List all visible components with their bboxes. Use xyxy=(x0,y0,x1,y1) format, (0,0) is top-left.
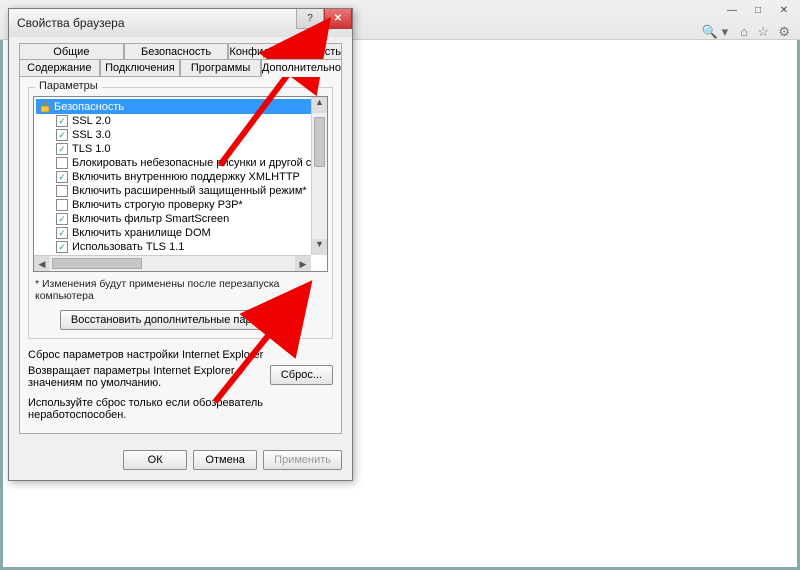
option-label: Блокировать небезопасные рисунки и друго… xyxy=(72,156,311,170)
settings-legend: Параметры xyxy=(35,80,102,92)
option-row[interactable]: Включить фильтр SmartScreen xyxy=(36,212,311,226)
tabs: Общие Безопасность Конфиденциальность Со… xyxy=(19,43,342,77)
reset-section: Сброс параметров настройки Internet Expl… xyxy=(28,349,333,421)
dialog-titlebar[interactable]: Свойства браузера ? ✕ xyxy=(9,9,352,37)
checkbox[interactable] xyxy=(56,129,68,141)
tab-content[interactable]: Содержание xyxy=(19,59,100,77)
scroll-right-icon[interactable]: ▶ xyxy=(295,256,311,271)
horizontal-scrollbar[interactable]: ◀ ▶ xyxy=(34,255,311,271)
option-row[interactable]: Включить расширенный защищенный режим* xyxy=(36,184,311,198)
help-button[interactable]: ? xyxy=(296,9,324,29)
checkbox[interactable] xyxy=(56,115,68,127)
dialog-buttons: ОК Отмена Применить xyxy=(9,442,352,480)
option-label: Использовать TLS 1.1 xyxy=(72,240,184,254)
option-label: Включить расширенный защищенный режим* xyxy=(72,184,307,198)
option-label: TLS 1.0 xyxy=(72,142,111,156)
reset-description: Возвращает параметры Internet Explorer к… xyxy=(28,365,262,389)
internet-options-dialog: Свойства браузера ? ✕ Общие Безопасность… xyxy=(8,8,353,481)
option-row[interactable]: TLS 1.0 xyxy=(36,142,311,156)
option-label: Включить фильтр SmartScreen xyxy=(72,212,229,226)
scroll-thumb[interactable] xyxy=(314,117,325,167)
restore-defaults-button[interactable]: Восстановить дополнительные параметры xyxy=(60,310,301,330)
checkbox[interactable] xyxy=(56,227,68,239)
checkbox[interactable] xyxy=(56,157,68,169)
home-icon[interactable]: ⌂ xyxy=(740,24,748,39)
checkbox[interactable] xyxy=(56,213,68,225)
option-row[interactable]: Включить строгую проверку P3P* xyxy=(36,198,311,212)
checkbox[interactable] xyxy=(56,185,68,197)
checkbox[interactable] xyxy=(56,171,68,183)
option-row[interactable]: SSL 2.0 xyxy=(36,114,311,128)
option-label: Включить хранилище DOM xyxy=(72,226,211,240)
option-label: Включить внутреннюю поддержку XMLHTTP xyxy=(72,170,300,184)
option-row[interactable]: Включить хранилище DOM xyxy=(36,226,311,240)
apply-button[interactable]: Применить xyxy=(263,450,342,470)
favorites-icon[interactable]: ☆ xyxy=(757,24,769,39)
close-button[interactable]: ✕ xyxy=(324,9,352,29)
checkbox[interactable] xyxy=(56,143,68,155)
tab-programs[interactable]: Программы xyxy=(180,59,261,77)
vertical-scrollbar[interactable]: ▲ ▼ xyxy=(311,97,327,255)
option-row[interactable]: Включить внутреннюю поддержку XMLHTTP xyxy=(36,170,311,184)
window-controls: — □ ✕ xyxy=(724,5,792,19)
tab-general[interactable]: Общие xyxy=(19,43,124,60)
cancel-button[interactable]: Отмена xyxy=(193,450,257,470)
tab-security[interactable]: Безопасность xyxy=(124,43,229,60)
option-row[interactable]: Использовать TLS 1.1 xyxy=(36,240,311,254)
ok-button[interactable]: ОК xyxy=(123,450,187,470)
checkbox[interactable] xyxy=(56,241,68,253)
category-security[interactable]: Безопасность xyxy=(36,99,311,114)
scroll-up-icon[interactable]: ▲ xyxy=(312,97,327,113)
settings-fieldset: Параметры БезопасностьSSL 2.0SSL 3.0TLS … xyxy=(28,87,333,339)
option-row[interactable]: Блокировать небезопасные рисунки и друго… xyxy=(36,156,311,170)
settings-tree[interactable]: БезопасностьSSL 2.0SSL 3.0TLS 1.0Блокиро… xyxy=(33,96,328,272)
search-icon[interactable]: 🔍 ▾ xyxy=(702,24,728,40)
option-label: Включить строгую проверку P3P* xyxy=(72,198,243,212)
tab-privacy[interactable]: Конфиденциальность xyxy=(228,43,342,60)
option-row[interactable]: SSL 3.0 xyxy=(36,128,311,142)
maximize-icon[interactable]: □ xyxy=(750,5,766,19)
scroll-left-icon[interactable]: ◀ xyxy=(34,256,50,271)
browser-toolbar: 🔍 ▾ ⌂ ☆ ⚙ xyxy=(702,24,790,40)
tab-advanced[interactable]: Дополнительно xyxy=(261,59,342,77)
close-icon[interactable]: ✕ xyxy=(776,5,792,19)
checkbox[interactable] xyxy=(56,199,68,211)
hscroll-thumb[interactable] xyxy=(52,258,142,269)
minimize-icon[interactable]: — xyxy=(724,5,740,19)
tab-panel-advanced: Параметры БезопасностьSSL 2.0SSL 3.0TLS … xyxy=(19,76,342,434)
restart-note: * Изменения будут применены после переза… xyxy=(35,278,326,302)
scroll-down-icon[interactable]: ▼ xyxy=(312,239,327,255)
option-label: SSL 3.0 xyxy=(72,128,111,142)
dialog-title: Свойства браузера xyxy=(17,16,125,30)
reset-hint: Используйте сброс только если обозревате… xyxy=(28,397,333,421)
lock-icon xyxy=(38,100,51,113)
tools-icon[interactable]: ⚙ xyxy=(778,24,790,39)
reset-header: Сброс параметров настройки Internet Expl… xyxy=(28,349,333,361)
tab-connections[interactable]: Подключения xyxy=(100,59,181,77)
category-label: Безопасность xyxy=(54,101,124,113)
option-label: SSL 2.0 xyxy=(72,114,111,128)
reset-button[interactable]: Сброс... xyxy=(270,365,333,385)
